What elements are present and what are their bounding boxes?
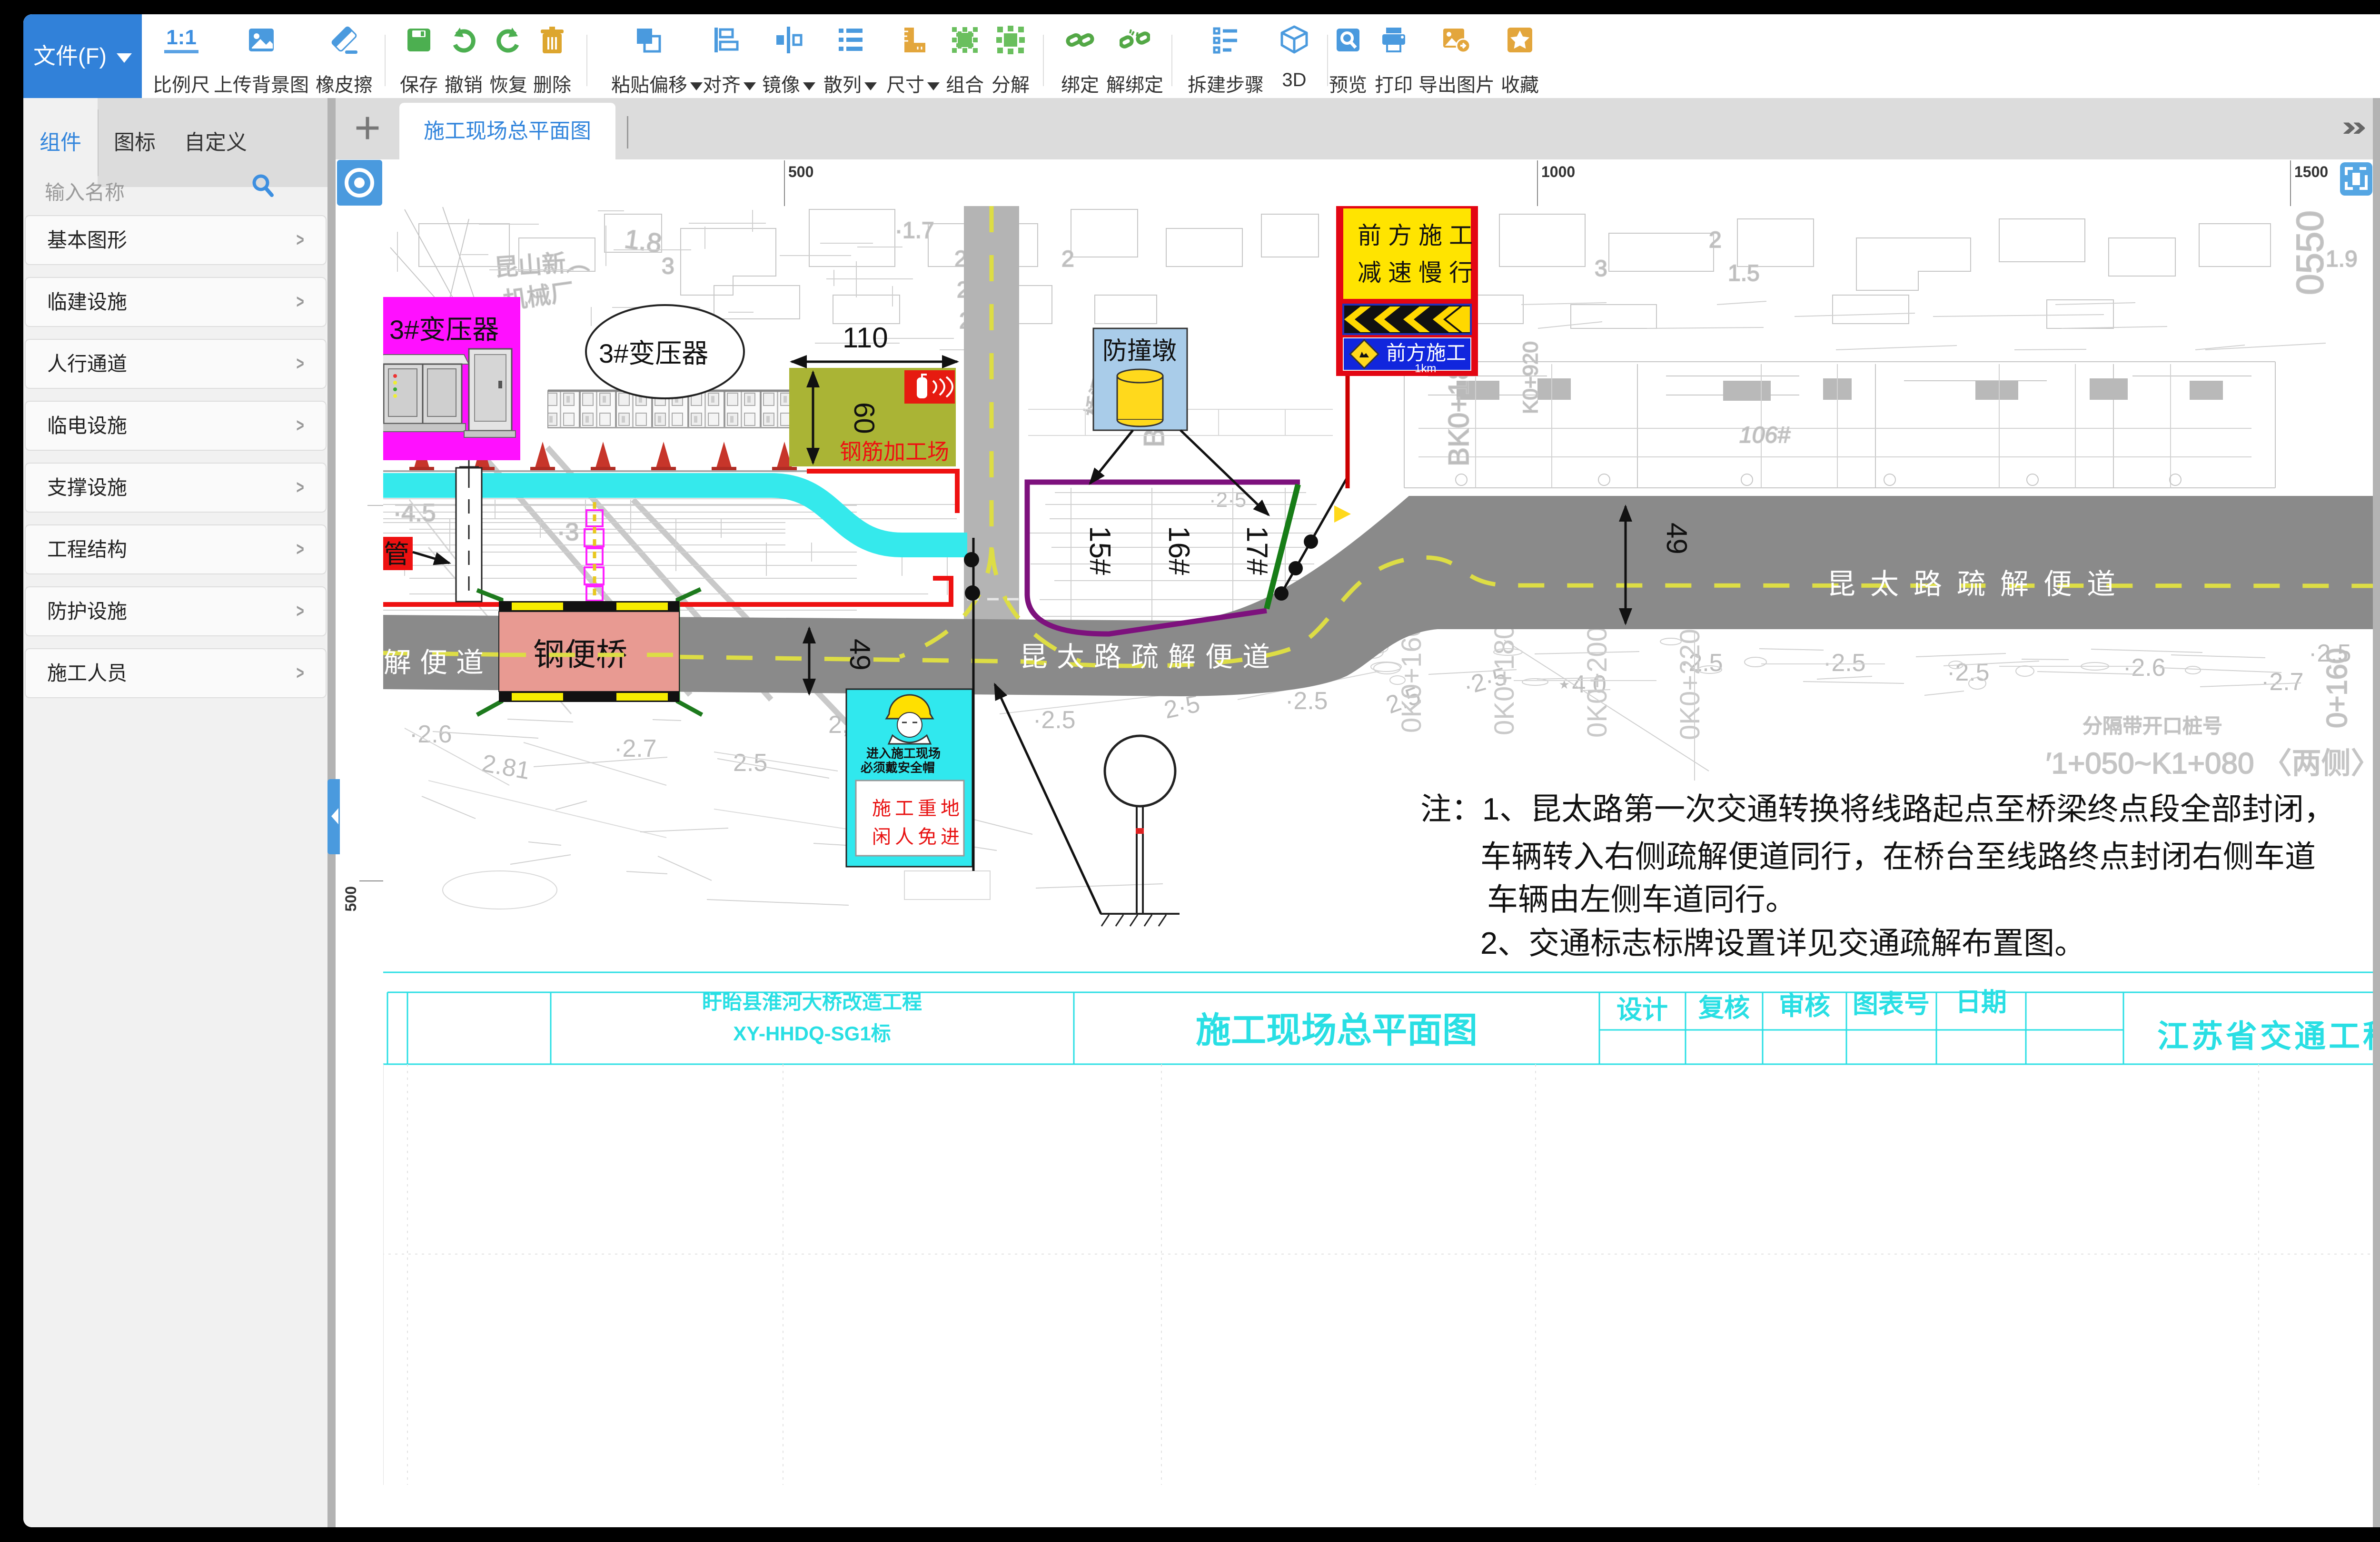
svg-text:0550: 0550	[2289, 210, 2331, 295]
svg-text:1500: 1500	[2294, 163, 2328, 180]
svg-text:16#: 16#	[1162, 526, 1195, 575]
svg-text:注：1、昆太路第一次交通转换将线路起点至桥梁终点段全部封闭，: 注：1、昆太路第一次交通转换将线路起点至桥梁终点段全部封闭，	[1420, 791, 2335, 826]
svg-text:日期: 日期	[1955, 988, 2007, 1017]
svg-text:施工重地: 施工重地	[872, 798, 963, 819]
svg-text:·2.5: ·2.5	[1033, 706, 1076, 734]
svg-text:1.8: 1.8	[623, 223, 664, 258]
svg-text:2: 2	[1061, 247, 1074, 272]
svg-text:·2.5: ·2.5	[1823, 649, 1866, 677]
svg-text:3: 3	[1595, 256, 1607, 281]
svg-text:昆太路疏解便道: 昆太路疏解便道	[1827, 568, 2130, 600]
svg-text:500: 500	[788, 163, 813, 180]
svg-text:BK0+18: BK0+18	[1443, 364, 1475, 466]
svg-text:′1+050~K1+080 〈两侧〉: ′1+050~K1+080 〈两侧〉	[2046, 747, 2373, 780]
svg-text:1000: 1000	[1541, 163, 1575, 180]
svg-text:盱眙县淮河大桥改造工程: 盱眙县淮河大桥改造工程	[702, 991, 922, 1013]
svg-text:减速慢行: 减速慢行	[1358, 259, 1479, 286]
svg-text:闲人免进: 闲人免进	[872, 827, 963, 848]
svg-text:前方施工: 前方施工	[1358, 222, 1479, 249]
svg-text:复核: 复核	[1698, 994, 1750, 1022]
svg-text:1.5: 1.5	[1728, 261, 1760, 286]
svg-text:2、交通标志标牌设置详见交通疏解布置图。: 2、交通标志标牌设置详见交通疏解布置图。	[1480, 926, 2085, 960]
svg-text:管: 管	[384, 540, 409, 569]
svg-text:前方施工: 前方施工	[1386, 342, 1466, 364]
svg-text:60: 60	[848, 402, 880, 434]
svg-text:2.5: 2.5	[733, 749, 767, 777]
svg-text:必须戴安全帽: 必须戴安全帽	[861, 761, 935, 775]
svg-text:审核: 审核	[1779, 992, 1830, 1020]
svg-text:江苏省交通工程: 江苏省交通工程	[2157, 1018, 2373, 1054]
svg-text:110: 110	[843, 322, 888, 354]
svg-text:施工现场总平面图: 施工现场总平面图	[1196, 1010, 1478, 1050]
svg-text:钢筋加工场: 钢筋加工场	[840, 439, 949, 464]
svg-text:0K0+200: 0K0+200	[1582, 626, 1613, 738]
svg-text:图表号: 图表号	[1853, 990, 1930, 1018]
svg-text:15#: 15#	[1083, 526, 1116, 575]
svg-text:2.81: 2.81	[480, 750, 532, 785]
svg-text:3#变压器: 3#变压器	[389, 315, 499, 345]
svg-text:昆太路疏解便道: 昆太路疏解便道	[1020, 642, 1279, 672]
svg-text:进入施工现场: 进入施工现场	[866, 746, 941, 761]
svg-text:500: 500	[342, 886, 359, 911]
svg-text:·2.5: ·2.5	[1285, 687, 1328, 715]
svg-text:·2.6: ·2.6	[2123, 654, 2166, 682]
svg-text:车辆由左侧车道同行。: 车辆由左侧车道同行。	[1487, 882, 1796, 917]
svg-text:车辆转入右侧疏解便道同行，在桥台至线路终点封闭右侧车道: 车辆转入右侧疏解便道同行，在桥台至线路终点封闭右侧车道	[1480, 839, 2316, 874]
svg-text:1km: 1km	[1415, 362, 1436, 375]
svg-text:昆山新︵: 昆山新︵	[494, 248, 590, 281]
svg-text:设计: 设计	[1616, 996, 1668, 1024]
svg-text:0K0+220: 0K0+220	[1675, 629, 1706, 740]
svg-text:17#: 17#	[1240, 526, 1273, 575]
svg-text:·1.7: ·1.7	[895, 218, 934, 243]
svg-text:防撞墩: 防撞墩	[1102, 337, 1177, 365]
svg-text:49: 49	[844, 639, 876, 671]
svg-text:疏解便道: 疏解便道	[347, 647, 492, 678]
svg-text:106#: 106#	[1739, 423, 1791, 448]
svg-text:3: 3	[662, 254, 674, 279]
svg-text:·2·5: ·2·5	[1209, 488, 1246, 512]
svg-text:·2.5: ·2.5	[1947, 659, 1990, 686]
svg-text:49: 49	[1661, 523, 1693, 554]
svg-text:分隔带开口桩号: 分隔带开口桩号	[2082, 715, 2222, 737]
svg-text:2: 2	[1709, 227, 1722, 253]
svg-text:XY-HHDQ-SG1标: XY-HHDQ-SG1标	[733, 1022, 891, 1045]
svg-text:K0+920: K0+920	[1519, 341, 1542, 414]
svg-text:3#变压器: 3#变压器	[599, 338, 708, 368]
svg-text:·2.5: ·2.5	[2309, 640, 2351, 667]
